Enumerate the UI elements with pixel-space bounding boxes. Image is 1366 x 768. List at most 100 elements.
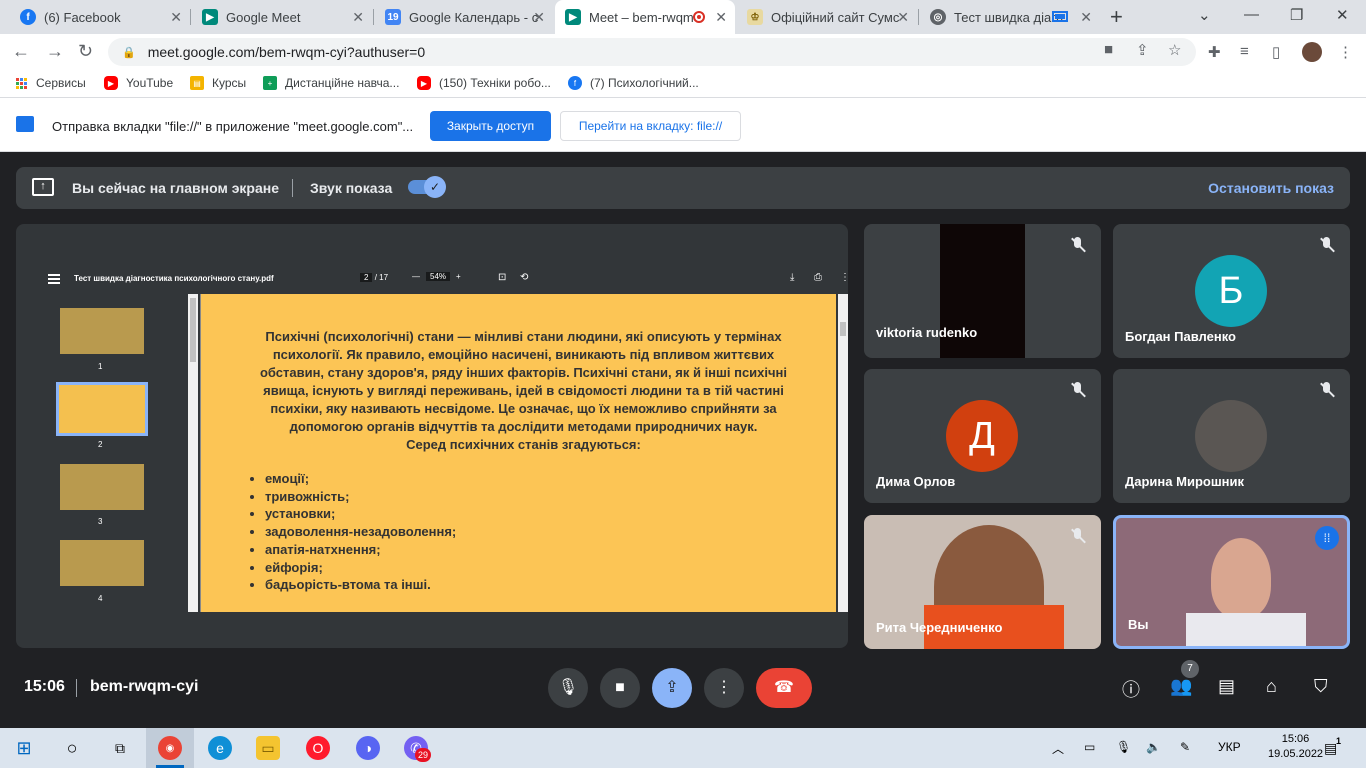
profile-avatar[interactable] <box>1302 42 1322 62</box>
reload-icon[interactable]: ↻ <box>78 41 93 62</box>
chrome-icon[interactable]: ◉ <box>158 736 182 760</box>
globe-icon: ◎ <box>930 9 946 25</box>
language-indicator[interactable]: УКР <box>1218 740 1241 754</box>
thumbnail-scrollbar[interactable] <box>188 294 198 612</box>
battery-icon[interactable]: ▭ <box>1084 740 1095 754</box>
meeting-details-icon[interactable]: ⓘ <box>1122 676 1140 702</box>
thumbnail-page[interactable] <box>60 308 144 354</box>
bookmark-techniques[interactable]: ▶ (150) Техніки робо... <box>417 76 551 90</box>
participant-tile-self[interactable]: ⁞⁞ Вы <box>1113 515 1350 649</box>
opera-icon[interactable]: O <box>306 736 330 760</box>
pdf-zoom-value[interactable]: 54% <box>426 272 451 281</box>
tab-facebook[interactable]: f (6) Facebook ✕ <box>10 0 190 34</box>
print-icon[interactable]: ⎙ <box>814 272 822 283</box>
bookmark-star-icon[interactable]: ☆ <box>1168 41 1181 59</box>
bookmark-label: Дистанційне навча... <box>285 76 400 90</box>
zoom-in-icon[interactable]: + <box>456 272 461 281</box>
participant-name: Рита Чередниченко <box>876 620 1003 635</box>
close-tab-icon[interactable]: ✕ <box>533 9 545 26</box>
share-icon[interactable]: ⇪ <box>1136 41 1149 59</box>
close-tab-icon[interactable]: ✕ <box>897 9 909 26</box>
pdf-scrollbar[interactable] <box>838 294 848 612</box>
stop-sharing-button[interactable]: Закрыть доступ <box>430 111 551 141</box>
bookmark-services[interactable]: Сервисы <box>14 76 86 90</box>
thumbnail-number: 4 <box>98 594 103 603</box>
leave-call-button[interactable]: ☎ <box>756 668 812 708</box>
thumbnail-page-selected[interactable] <box>56 382 148 436</box>
presentation-sound-toggle[interactable]: ✓ <box>408 176 446 198</box>
camera-icon: ■ <box>615 679 625 696</box>
switch-to-tab-button[interactable]: Перейти на вкладку: file:// <box>560 111 741 141</box>
pdf-bullet-list: емоції; тривожність; установки; задоволе… <box>253 470 456 594</box>
edge-icon[interactable]: e <box>208 736 232 760</box>
bookmark-distance-learning[interactable]: + Дистанційне навча... <box>263 76 399 90</box>
tab-search-icon[interactable]: ⌄ <box>1198 6 1211 24</box>
thumbnail-page[interactable] <box>60 540 144 586</box>
file-explorer-icon[interactable]: ▭ <box>256 736 280 760</box>
pdf-page-input[interactable]: 2 <box>360 273 373 282</box>
host-controls-icon[interactable]: ⛉ <box>1314 676 1328 697</box>
download-icon[interactable]: ⤓ <box>790 272 794 283</box>
tab-title: Google Meet <box>226 9 301 25</box>
list-item: тривожність; <box>265 488 456 506</box>
address-bar[interactable]: 🔒 meet.google.com/bem-rwqm-cyi?authuser=… <box>108 38 1196 66</box>
avatar: Д <box>946 400 1018 472</box>
participant-tile[interactable]: Д Дима Орлов <box>864 369 1101 503</box>
tab-sumy-site[interactable]: ♔ Офіційний сайт Сумс ✕ <box>737 0 917 34</box>
volume-icon[interactable]: 🔈 <box>1146 740 1161 754</box>
close-window-icon[interactable]: ✕ <box>1336 6 1349 24</box>
search-icon[interactable]: ○ <box>60 736 84 760</box>
thumbnail-page[interactable] <box>60 464 144 510</box>
windows-start-icon[interactable]: ⊞ <box>12 736 36 760</box>
rotate-icon[interactable]: ⟲ <box>520 272 528 283</box>
menu-kebab-icon[interactable]: ⋮ <box>1338 43 1353 61</box>
taskbar-clock[interactable]: 15:06 19.05.2022 <box>1268 732 1323 762</box>
tab-title: Google Календарь - с <box>409 9 539 25</box>
close-tab-icon[interactable]: ✕ <box>715 9 727 26</box>
extensions-icon[interactable]: ✚ <box>1208 43 1221 61</box>
tab-google-meet[interactable]: ▶ Google Meet ✕ <box>192 0 372 34</box>
stop-presenting-button[interactable]: Остановить показ <box>1208 180 1334 196</box>
pen-icon[interactable]: ✎ <box>1180 740 1190 754</box>
participant-tile[interactable]: Рита Чередниченко <box>864 515 1101 649</box>
task-view-icon[interactable]: ⧉ <box>108 736 132 760</box>
participant-tile[interactable]: Дарина Мирошник <box>1113 369 1350 503</box>
bookmark-youtube[interactable]: ▶ YouTube <box>104 76 173 90</box>
more-options-button[interactable]: ⋮ <box>704 668 744 708</box>
bookmark-courses[interactable]: ▤ Курсы <box>190 76 246 90</box>
participant-tile[interactable]: Б Богдан Павленко <box>1113 224 1350 358</box>
chat-icon[interactable]: ▤ <box>1218 676 1235 697</box>
close-tab-icon[interactable]: ✕ <box>170 9 182 26</box>
show-hidden-icons[interactable]: ︿ <box>1052 740 1064 757</box>
back-icon[interactable]: ← <box>12 41 30 62</box>
camera-icon[interactable]: ■ <box>1104 41 1113 58</box>
present-button[interactable]: ⇪ <box>652 668 692 708</box>
participant-tile[interactable]: viktoria rudenko <box>864 224 1101 358</box>
pdf-zoom: — 54% + <box>412 272 461 281</box>
close-tab-icon[interactable]: ✕ <box>352 9 364 26</box>
forward-icon[interactable]: → <box>46 41 64 62</box>
media-control-icon[interactable]: ≡ <box>1240 43 1249 60</box>
new-tab-button[interactable]: + <box>1110 4 1123 30</box>
restore-icon[interactable]: ❐ <box>1290 6 1303 24</box>
tab-meet-active[interactable]: ▶ Meet – bem-rwqm ✕ <box>555 0 735 34</box>
discord-icon[interactable]: ◑ <box>356 736 380 760</box>
microphone-tray-icon[interactable]: 🎙 <box>1116 740 1131 754</box>
side-panel-icon[interactable]: ▯ <box>1272 43 1280 61</box>
tab-pdf-test[interactable]: ◎ Тест швидка діагн ✕ <box>920 0 1100 34</box>
camera-button[interactable]: ■ <box>600 668 640 708</box>
bookmark-psychological[interactable]: f (7) Психологічний... <box>568 76 699 90</box>
microphone-button[interactable]: 🎙 <box>548 668 588 708</box>
activities-icon[interactable]: ⌂ <box>1266 676 1277 697</box>
more-options-icon[interactable]: ⋮ <box>840 272 848 283</box>
classroom-icon: + <box>263 76 277 90</box>
fit-page-icon[interactable]: ⊡ <box>498 272 506 283</box>
meet-icon: ▶ <box>565 9 581 25</box>
minimize-icon[interactable]: — <box>1244 6 1259 23</box>
close-tab-icon[interactable]: ✕ <box>1080 9 1092 26</box>
presenting-bar: ↑ Вы сейчас на главном экране Звук показ… <box>16 167 1350 209</box>
zoom-out-icon[interactable]: — <box>412 272 420 281</box>
people-icon[interactable]: 👥 <box>1170 676 1192 697</box>
tab-google-calendar[interactable]: 19 Google Календарь - с ✕ <box>375 0 553 34</box>
pdf-menu-icon[interactable] <box>48 274 60 284</box>
